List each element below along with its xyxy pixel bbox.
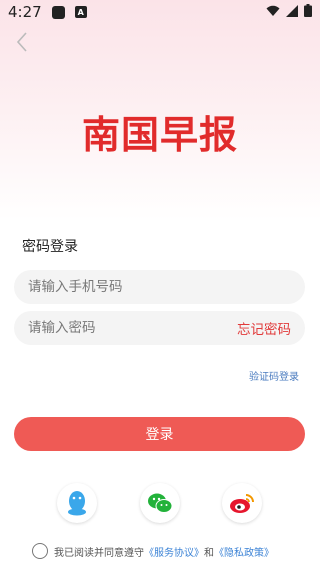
phone-input[interactable] <box>28 279 291 295</box>
app-notification-letter: A <box>77 7 84 17</box>
app-logo: 南国早报 <box>81 112 238 157</box>
status-bar: 4:27 A <box>0 0 320 24</box>
chevron-left-icon <box>16 32 27 52</box>
wifi-icon <box>266 5 280 16</box>
status-icons <box>266 4 312 17</box>
sms-login-link[interactable]: 验证码登录 <box>249 368 299 383</box>
agreement-and: 和 <box>204 547 214 559</box>
status-time: 4:27 <box>8 3 42 21</box>
weibo-icon <box>230 494 254 513</box>
agreement-prefix: 我已阅读并同意遵守 <box>54 547 144 559</box>
forgot-password-link[interactable]: 忘记密码 <box>237 318 291 338</box>
phone-field[interactable] <box>14 270 305 304</box>
qq-login-button[interactable] <box>57 483 97 523</box>
notification-icon <box>51 5 65 19</box>
password-field[interactable]: 忘记密码 <box>14 311 305 345</box>
app-notification-icon: A <box>74 6 87 18</box>
login-button[interactable]: 登录 <box>14 417 305 451</box>
signal-icon <box>286 4 298 17</box>
wechat-login-button[interactable] <box>140 483 180 523</box>
battery-icon <box>304 4 312 17</box>
password-input[interactable] <box>28 320 237 336</box>
wechat-icon <box>148 493 173 513</box>
privacy-policy-link[interactable]: 《隐私政策》 <box>214 544 274 559</box>
service-agreement-link[interactable]: 《服务协议》 <box>144 544 204 559</box>
agreement-row: 我已阅读并同意遵守 《服务协议》 和 《隐私政策》 <box>32 543 274 559</box>
qq-icon <box>68 491 86 516</box>
back-button[interactable] <box>10 30 34 54</box>
weibo-login-button[interactable] <box>222 483 262 523</box>
agreement-checkbox[interactable] <box>32 543 48 559</box>
login-title: 密码登录 <box>22 239 78 255</box>
